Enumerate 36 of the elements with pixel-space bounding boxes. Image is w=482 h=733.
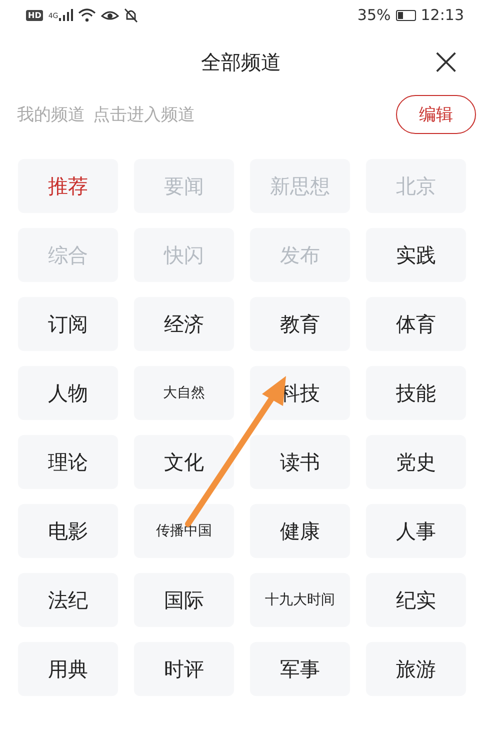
channel-tile[interactable]: 实践 (366, 228, 466, 282)
channel-tile[interactable]: 体育 (366, 297, 466, 351)
section-hint: 点击进入频道 (93, 104, 195, 126)
channel-tile[interactable]: 电影 (18, 504, 118, 558)
muted-bell-icon (124, 8, 138, 22)
channel-tile[interactable]: 党史 (366, 435, 466, 489)
channel-tile[interactable]: 军事 (250, 642, 350, 696)
channel-tile[interactable]: 推荐 (18, 159, 118, 213)
channel-tile[interactable]: 人事 (366, 504, 466, 558)
channel-tile[interactable]: 十九大时间 (250, 573, 350, 627)
channel-tile[interactable]: 用典 (18, 642, 118, 696)
channel-tile[interactable]: 国际 (134, 573, 234, 627)
channel-tile[interactable]: 时评 (134, 642, 234, 696)
edit-button[interactable]: 编辑 (396, 94, 476, 134)
channel-tile[interactable]: 健康 (250, 504, 350, 558)
channel-tile[interactable]: 人物 (18, 366, 118, 420)
channel-tile[interactable]: 经济 (134, 297, 234, 351)
channel-tile[interactable]: 旅游 (366, 642, 466, 696)
channel-tile[interactable]: 纪实 (366, 573, 466, 627)
wifi-icon (78, 8, 96, 22)
signal-icon (59, 9, 74, 21)
channel-tile[interactable]: 读书 (250, 435, 350, 489)
battery-icon (396, 10, 416, 20)
channel-tile[interactable]: 订阅 (18, 297, 118, 351)
section-title: 我的频道 (17, 104, 85, 126)
channel-tile[interactable]: 法纪 (18, 573, 118, 627)
clock-time: 12:13 (420, 6, 464, 24)
channel-tile[interactable]: 大自然 (134, 366, 234, 420)
channel-tile[interactable]: 教育 (250, 297, 350, 351)
battery-percent: 35% (357, 6, 391, 24)
hd-badge: HD (26, 10, 44, 20)
channel-tile[interactable]: 理论 (18, 435, 118, 489)
channel-tile[interactable]: 技能 (366, 366, 466, 420)
page-title: 全部频道 (201, 48, 281, 76)
channel-tile[interactable]: 文化 (134, 435, 234, 489)
close-button[interactable]: × (424, 42, 468, 80)
